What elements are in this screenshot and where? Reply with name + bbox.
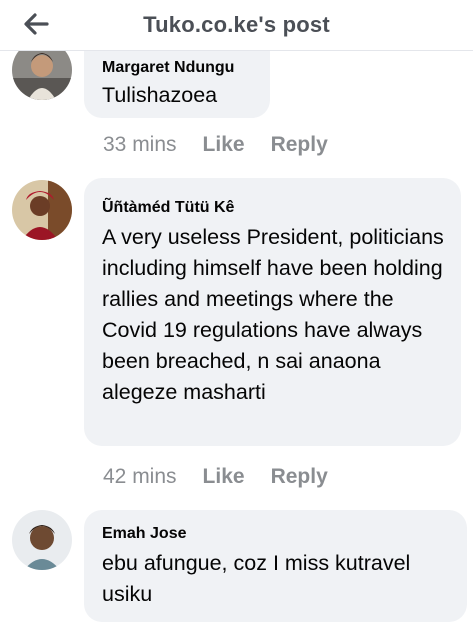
comment-time: 33 mins: [103, 133, 177, 156]
avatar[interactable]: [12, 180, 72, 240]
comment-actions: 33 mins Like Reply: [103, 133, 328, 157]
page-title: Tuko.co.ke's post: [143, 12, 330, 37]
comment-text: A very useless President, politicians in…: [102, 225, 444, 404]
like-button[interactable]: Like: [203, 133, 245, 157]
comment-time: 42 mins: [103, 465, 177, 488]
comment-text: ebu afungue, coz I miss kutravel usiku: [102, 551, 411, 606]
avatar[interactable]: [12, 510, 72, 570]
comment-bubble[interactable]: Emah Jose ebu afungue, coz I miss kutrav…: [84, 510, 467, 622]
like-button[interactable]: Like: [203, 465, 245, 489]
comment-author[interactable]: Ũñtàméd Tütü Kê: [102, 198, 447, 218]
reply-button[interactable]: Reply: [271, 465, 328, 489]
top-bar: Tuko.co.ke's post: [0, 0, 473, 51]
comment-author[interactable]: Emah Jose: [102, 524, 453, 544]
reply-button[interactable]: Reply: [271, 133, 328, 157]
comment-text: Tulishazoea: [102, 83, 218, 107]
comment-actions: 42 mins Like Reply: [103, 465, 328, 489]
comment-author[interactable]: Margaret Ndungu: [102, 58, 256, 78]
comment-bubble[interactable]: Ũñtàméd Tütü Kê A very useless President…: [84, 178, 461, 446]
